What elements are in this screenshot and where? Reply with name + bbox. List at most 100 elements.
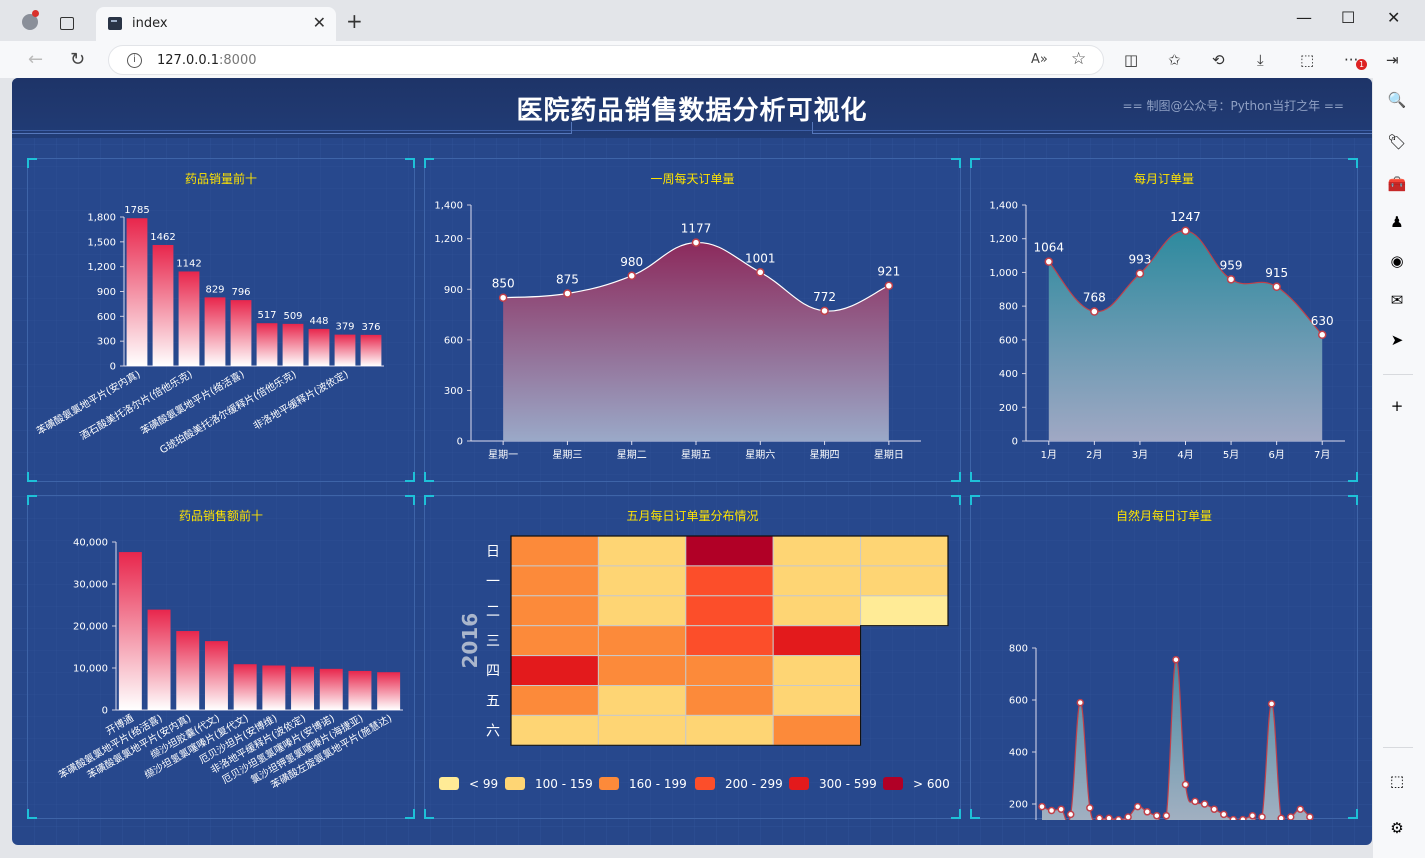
x-tick-label: 4月 [1177,449,1193,461]
sidebar-divider [1383,374,1413,375]
point-value-label: 1001 [745,251,776,265]
calendar-cell [860,595,949,627]
legend-swatch [695,777,715,790]
data-point [1095,814,1104,820]
address-bar[interactable]: i 127.0.0.1:8000 A» ☆ [108,45,1104,75]
calendar-cell [510,714,599,746]
capture-icon[interactable]: ⬚ [1387,771,1407,791]
data-point [1162,811,1171,820]
bar [147,609,171,710]
settings-icon[interactable]: ⚙ [1387,818,1407,838]
bar [233,664,257,710]
y-tick-label: 1,800 [87,213,116,224]
close-window-button[interactable]: ✕ [1387,8,1400,27]
data-point [1226,275,1236,284]
x-tick-label: 1月 [1041,449,1057,461]
bar [204,297,226,366]
history-icon[interactable]: ⟲ [1212,51,1225,69]
dashboard-header: 医院药品销售数据分析可视化 == 制图@公众号：Python当打之年 == [12,78,1372,138]
bar-value-label: 829 [205,284,224,295]
tag-icon[interactable]: 🏷 [1387,132,1407,152]
notification-badge: 1 [1356,59,1367,70]
bar-value-label: 1142 [176,258,201,269]
bar-value-label: 448 [309,316,328,327]
download-icon[interactable]: ⤓ [1257,51,1264,69]
favorites-icon[interactable]: ✩ [1168,51,1181,69]
point-value-label: 959 [1220,258,1243,272]
bar [282,323,304,366]
x-tick-label: 星期三 [552,449,582,461]
bar [118,552,142,710]
bar [256,323,278,366]
panel-monthly-orders: 每月订单量 0 200 400 600 800 1,000 1,200 1,400 1064 768… [970,158,1358,482]
toolbox-icon[interactable]: 🧰 [1387,174,1407,194]
point-value-label: 980 [620,255,643,269]
screenshot-icon[interactable]: ⬚ [1300,51,1314,69]
edge-sidebar: 🔍 🏷 🧰 ♟ ◉ ✉ ➤ + ⬚ ⚙ [1373,78,1425,858]
panel-may-calendar: 五月每日订单量分布情况日一二三四五六 2016 < 99 100 - 159 160 -… [424,495,961,819]
data-point [1181,226,1190,236]
x-tick-label: 3月 [1132,449,1148,461]
bar-value-label: 379 [335,322,354,333]
dashboard: 医院药品销售数据分析可视化 == 制图@公众号：Python当打之年 == 药品… [12,78,1372,845]
search-icon[interactable]: 🔍 [1387,90,1407,110]
legend-label: 100 - 159 [535,777,593,791]
x-tick-label: 星期日 [874,449,904,461]
tab-actions-icon[interactable] [60,17,74,30]
y-tick-label: 900 [97,287,116,298]
sidebar-toggle-icon[interactable]: ⇥ [1386,51,1399,69]
y-tick-label: 1,200 [87,262,116,273]
favorite-star-icon[interactable]: ☆ [1071,49,1086,69]
add-icon[interactable]: + [1387,396,1407,416]
bar [319,668,343,710]
maximize-button[interactable]: ☐ [1341,8,1355,27]
data-point [1090,307,1099,316]
chart-svg: 0 300 600 900 1,200 1,400 850 875 980 1177 1001 772… [434,201,921,461]
tab-index[interactable]: index ✕ [96,7,336,41]
y-tick-label: 1,200 [434,234,463,245]
read-aloud-icon[interactable]: A» [1031,52,1048,67]
weekday-label: 三 [486,634,500,650]
back-button[interactable]: ← [28,49,43,70]
data-point [1306,813,1314,820]
x-tick-label: 2月 [1086,449,1102,461]
calendar-cell [860,535,949,567]
terminal-favicon-icon [108,17,122,30]
legend-swatch [789,777,809,790]
calendar-cell [510,655,599,687]
m365-icon[interactable]: ◉ [1387,251,1407,271]
point-value-label: 1177 [681,222,712,236]
data-point [1272,282,1281,292]
browser-chrome: index ✕ + — ☐ ✕ ← ↻ i 127.0.0.1:8000 A» … [0,0,1425,78]
tab-close-icon[interactable]: ✕ [313,13,326,32]
split-screen-icon[interactable]: ◫ [1124,51,1138,69]
data-point [1239,815,1247,820]
outlook-icon[interactable]: ✉ [1387,290,1407,310]
calendar-cell [597,535,687,567]
persona-icon[interactable]: ♟ [1387,212,1407,232]
area-fill [1048,230,1323,441]
url-port: :8000 [219,53,257,68]
site-info-icon[interactable]: i [127,53,142,68]
calendar-cell [860,565,949,597]
tab-strip: index ✕ + — ☐ ✕ [0,0,1425,41]
weekday-label: 日 [486,544,500,560]
x-tick-label: 星期一 [488,449,518,461]
data-point [1114,815,1123,820]
calendar-cell [772,565,862,597]
x-tick-label: 星期五 [681,449,711,461]
calendar-cell [597,714,687,746]
x-tick-label: 星期二 [617,449,647,461]
send-icon[interactable]: ➤ [1387,330,1407,350]
weekday-label: 五 [486,693,500,709]
reload-button[interactable]: ↻ [70,49,85,70]
data-point [1210,805,1218,813]
minimize-button[interactable]: — [1296,8,1312,27]
weekday-label: 四 [486,664,500,680]
legend-swatch [439,777,459,790]
profile-avatar-icon[interactable] [22,10,39,30]
url-text: 127.0.0.1:8000 [157,53,257,68]
panel-top10-quantity: 药品销量前十 0 300 600 900 1,200 1,500 1,800 1785 1462 1… [27,158,415,482]
new-tab-button[interactable]: + [346,9,363,33]
bar [204,641,228,710]
